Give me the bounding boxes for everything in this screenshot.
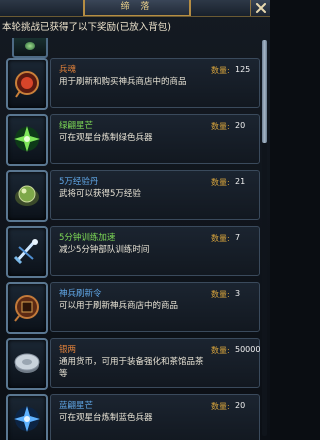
silver-coin-icon	[14, 353, 40, 373]
speedup-sword-icon	[13, 239, 38, 265]
reward-desc: 减少5分钟部队训练时间	[59, 245, 150, 255]
reward-icon-box[interactable]	[6, 282, 48, 334]
quantity-value: 7	[235, 233, 241, 242]
scrollbar[interactable]	[262, 40, 267, 436]
quantity-value: 20	[235, 401, 246, 410]
reward-name: 兵魂	[59, 65, 77, 75]
reward-name: 5分钟训练加速	[59, 233, 116, 243]
quantity-value: 125	[235, 65, 251, 74]
reward-desc: 可在观星台炼制绿色兵器	[59, 133, 153, 143]
green-star-shard-icon	[14, 126, 40, 152]
reward-dialog: 缔 落 本轮挑战已获得了以下奖励(已放入背包) 兵魂 用于刷新和购买神兵商店中的…	[0, 0, 270, 440]
reward-row[interactable]: 5分钟训练加速 减少5分钟部队训练时间 数量: 7	[6, 226, 260, 278]
reward-card: 银两 通用货币，可用于装备强化和茶馆品茶等 数量: 50000	[50, 338, 260, 388]
soul-gem-icon	[15, 71, 39, 98]
reward-card: 绿翩星芒 可在观星台炼制绿色兵器 数量: 20	[50, 114, 260, 164]
partial-reward-icon	[12, 38, 48, 58]
quantity-value: 20	[235, 121, 246, 130]
reward-name: 绿翩星芒	[59, 121, 94, 131]
reward-desc: 武将可以获得5万经验	[59, 189, 141, 199]
reward-row[interactable]: 绿翩星芒 可在观星台炼制绿色兵器 数量: 20	[6, 114, 260, 166]
reward-name: 5万经验丹	[59, 177, 99, 187]
quantity-label: 数量:	[211, 346, 230, 355]
reward-icon-box[interactable]	[6, 394, 48, 440]
reward-name: 蓝翩星芒	[59, 401, 94, 411]
quantity-label: 数量:	[211, 402, 230, 411]
reward-card: 蓝翩星芒 可在观星台炼制蓝色兵器 数量: 20	[50, 394, 260, 440]
close-button[interactable]	[250, 0, 270, 16]
quantity-label: 数量:	[211, 290, 230, 299]
exp-pill-icon	[15, 185, 39, 206]
reward-desc: 通用货币，可用于装备强化和茶馆品茶等	[59, 357, 204, 379]
reward-card: 神兵刷新令 可以用于刷新神兵商店中的商品 数量: 3	[50, 282, 260, 332]
quantity-label: 数量:	[211, 122, 230, 131]
quantity-label: 数量:	[211, 178, 230, 187]
reward-desc: 可在观星台炼制蓝色兵器	[59, 413, 153, 423]
reward-row[interactable]: 5万经验丹 武将可以获得5万经验 数量: 21	[6, 170, 260, 222]
dialog-title: 缔 落	[120, 2, 154, 12]
reward-name: 神兵刷新令	[59, 289, 102, 299]
scroll-thumb[interactable]	[262, 40, 267, 143]
reward-row[interactable]: 蓝翩星芒 可在观星台炼制蓝色兵器 数量: 20	[6, 394, 260, 440]
reward-desc: 用于刷新和购买神兵商店中的商品	[59, 77, 187, 87]
quantity-value: 3	[235, 289, 241, 298]
blue-star-shard-icon	[14, 406, 40, 432]
reward-row[interactable]: 银两 通用货币，可用于装备强化和茶馆品茶等 数量: 50000	[6, 338, 260, 390]
quantity-value: 21	[235, 177, 246, 186]
reward-icon-box[interactable]	[6, 170, 48, 222]
quantity-label: 数量:	[211, 234, 230, 243]
refresh-token-icon	[14, 295, 39, 322]
quantity-value: 50000	[235, 345, 261, 354]
reward-notice: 本轮挑战已获得了以下奖励(已放入背包)	[2, 22, 171, 33]
reward-row[interactable]: 兵魂 用于刷新和购买神兵商店中的商品 数量: 125	[6, 58, 260, 110]
reward-card: 5分钟训练加速 减少5分钟部队训练时间 数量: 7	[50, 226, 260, 276]
reward-name: 银两	[59, 345, 77, 355]
reward-row[interactable]: 神兵刷新令 可以用于刷新神兵商店中的商品 数量: 3	[6, 282, 260, 334]
close-icon	[256, 3, 266, 13]
reward-card: 5万经验丹 武将可以获得5万经验 数量: 21	[50, 170, 260, 220]
reward-icon-box[interactable]	[6, 114, 48, 166]
reward-desc: 可以用于刷新神兵商店中的商品	[59, 301, 179, 311]
quantity-label: 数量:	[211, 66, 230, 75]
reward-icon-box[interactable]	[6, 226, 48, 278]
reward-icon-box[interactable]	[6, 58, 48, 110]
reward-card: 兵魂 用于刷新和购买神兵商店中的商品 数量: 125	[50, 58, 260, 108]
reward-icon-box[interactable]	[6, 338, 48, 390]
